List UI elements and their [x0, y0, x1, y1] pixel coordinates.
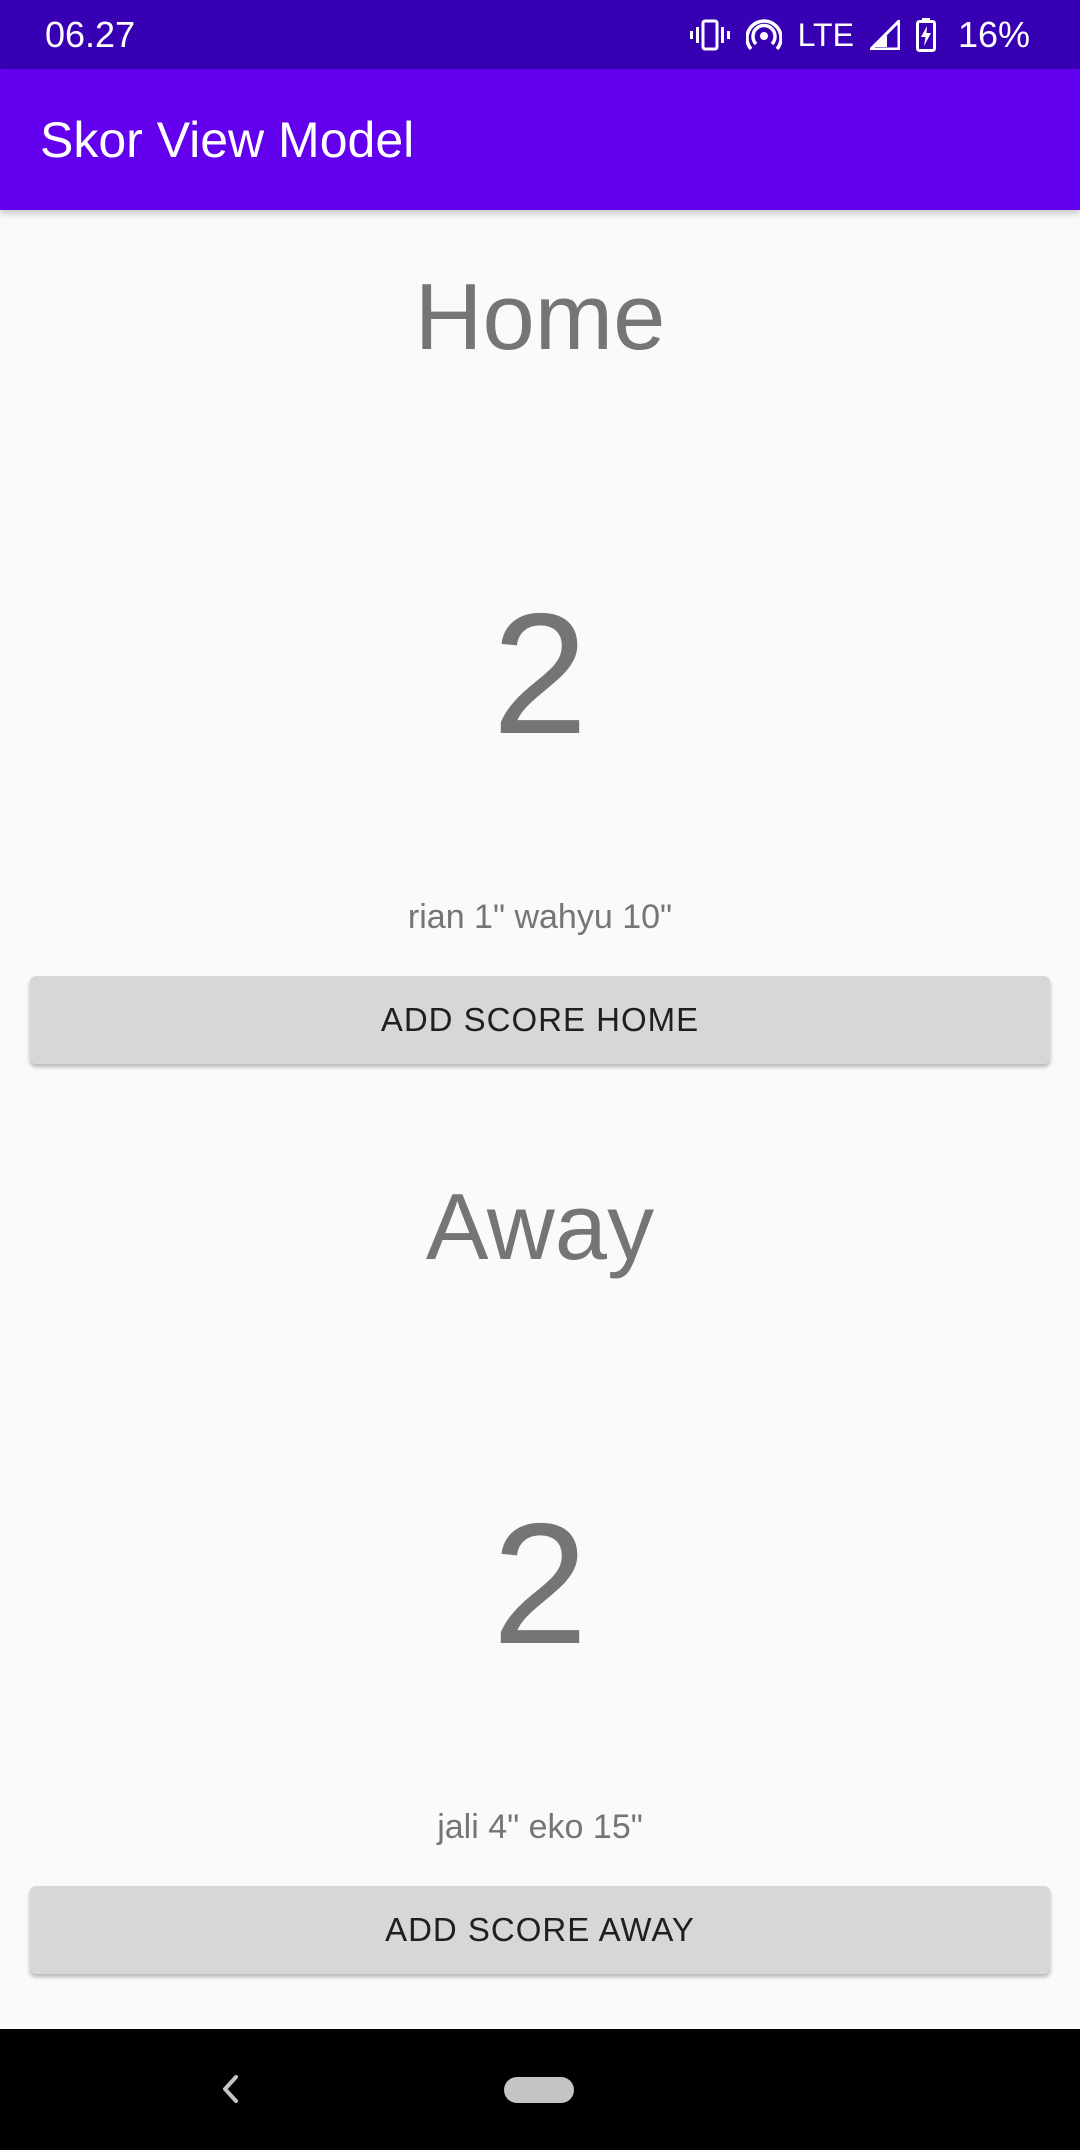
- away-score: 2: [492, 1488, 588, 1680]
- status-icons: LTE 16%: [689, 12, 1030, 58]
- add-score-away-button[interactable]: ADD SCORE AWAY: [30, 1886, 1050, 1974]
- battery-charging-icon: [915, 18, 936, 52]
- navigation-bar: [0, 2029, 1080, 2150]
- home-scorers: rian 1" wahyu 10": [407, 898, 673, 936]
- screen: 06.27 LTE 16% Skor View Model Home 2 ria…: [0, 0, 1080, 2150]
- vibrate-icon: [689, 18, 730, 52]
- away-scorers: jali 4" eko 15": [437, 1808, 643, 1846]
- signal-icon: [869, 20, 900, 50]
- back-icon[interactable]: [214, 2069, 248, 2109]
- battery-percent: 16%: [957, 14, 1030, 55]
- home-score: 2: [492, 578, 588, 770]
- away-label: Away: [425, 1174, 655, 1279]
- home-pill-icon[interactable]: [504, 2077, 574, 2103]
- app-title: Skor View Model: [40, 112, 415, 168]
- network-label: LTE: [797, 17, 854, 53]
- home-label: Home: [414, 264, 666, 369]
- status-time: 06.27: [45, 14, 136, 55]
- app-bar: Skor View Model: [0, 69, 1080, 210]
- hotspot-icon: [745, 18, 782, 52]
- status-bar: 06.27 LTE 16%: [0, 0, 1080, 69]
- add-score-home-button[interactable]: ADD SCORE HOME: [30, 976, 1050, 1064]
